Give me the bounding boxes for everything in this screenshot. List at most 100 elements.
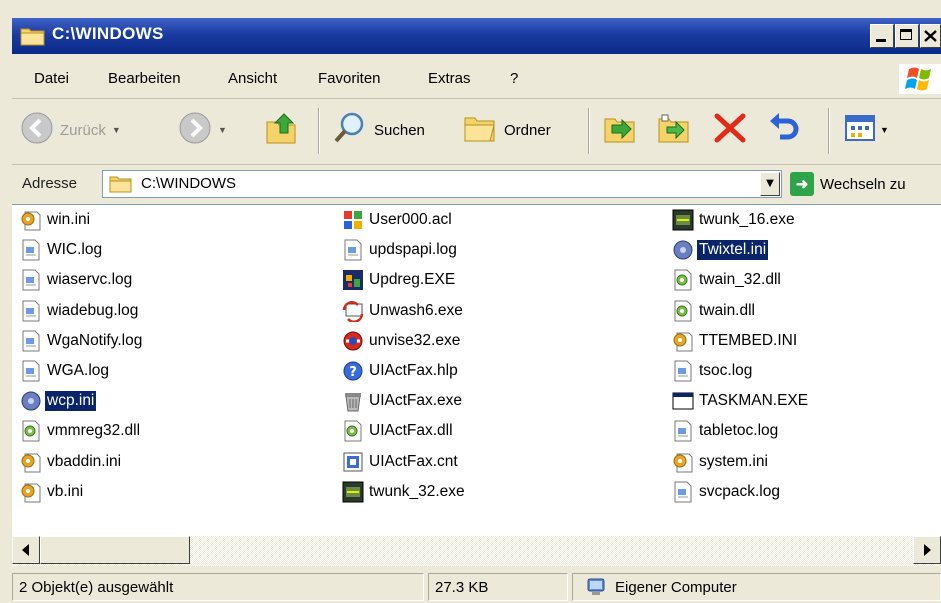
title-bar[interactable]: C:\WINDOWS bbox=[12, 18, 941, 54]
search-button[interactable]: Suchen bbox=[332, 110, 425, 150]
folders-button[interactable]: Ordner bbox=[462, 110, 551, 150]
help-contents-icon bbox=[342, 451, 364, 473]
dll-file-icon bbox=[20, 420, 42, 442]
file-name: Unwash6.exe bbox=[369, 301, 463, 319]
file-item[interactable]: TTEMBED.INI bbox=[672, 326, 799, 356]
scroll-right-button[interactable] bbox=[913, 536, 941, 564]
file-item[interactable]: Unwash6.exe bbox=[342, 296, 465, 326]
menu-help[interactable]: ? bbox=[510, 70, 518, 87]
menu-bearbeiten[interactable]: Bearbeiten bbox=[108, 70, 181, 87]
file-item[interactable]: UIActFax.dll bbox=[342, 416, 455, 446]
file-item[interactable]: unvise32.exe bbox=[342, 326, 462, 356]
close-icon bbox=[924, 30, 937, 42]
back-button[interactable]: Zurück ▼ bbox=[20, 110, 121, 150]
views-dropdown-icon[interactable]: ▼ bbox=[880, 125, 889, 135]
file-item[interactable]: wiaservc.log bbox=[20, 265, 134, 295]
file-item[interactable]: UIActFax.exe bbox=[342, 386, 464, 416]
config-file-icon bbox=[672, 330, 694, 352]
go-button[interactable]: ➜ Wechseln zu bbox=[790, 170, 906, 198]
forward-arrow-icon bbox=[178, 111, 212, 149]
window-title: C:\WINDOWS bbox=[52, 24, 164, 43]
minimize-button[interactable] bbox=[870, 24, 894, 48]
file-item[interactable]: WIC.log bbox=[20, 235, 104, 265]
unknown-config-icon bbox=[672, 239, 694, 261]
file-item[interactable]: svcpack.log bbox=[672, 477, 782, 507]
file-name: UIActFax.dll bbox=[369, 422, 453, 440]
acl-file-icon bbox=[342, 209, 364, 231]
file-list[interactable]: win.ini WIC.log wiaservc.log wiadebug.log Wg… bbox=[12, 204, 941, 537]
file-item[interactable]: system.ini bbox=[672, 447, 770, 477]
address-input[interactable]: C:\WINDOWS ▼ bbox=[102, 170, 782, 198]
file-name: svcpack.log bbox=[699, 482, 780, 500]
views-icon bbox=[844, 113, 878, 147]
menu-datei[interactable]: Datei bbox=[34, 70, 69, 87]
file-item[interactable]: twain_32.dll bbox=[672, 265, 783, 295]
file-item[interactable]: UIActFax.cnt bbox=[342, 447, 460, 477]
file-item[interactable]: User000.acl bbox=[342, 205, 454, 235]
back-dropdown-icon[interactable]: ▼ bbox=[112, 125, 121, 135]
scroll-thumb[interactable] bbox=[40, 536, 190, 564]
file-item[interactable]: vmmreg32.dll bbox=[20, 416, 142, 446]
update-exe-icon bbox=[342, 269, 364, 291]
up-folder-button[interactable] bbox=[264, 110, 300, 150]
status-size-text: 27.3 KB bbox=[435, 578, 489, 596]
menu-ansicht[interactable]: Ansicht bbox=[228, 70, 277, 87]
text-file-icon bbox=[342, 239, 364, 261]
menu-favoriten[interactable]: Favoriten bbox=[318, 70, 381, 87]
file-name: updspapi.log bbox=[369, 241, 457, 259]
status-selection: 2 Objekt(e) ausgewählt bbox=[12, 573, 424, 601]
file-item[interactable]: twain.dll bbox=[672, 296, 757, 326]
go-arrow-icon: ➜ bbox=[790, 172, 814, 196]
file-item[interactable]: wcp.ini bbox=[20, 386, 97, 416]
file-item[interactable]: wiadebug.log bbox=[20, 296, 140, 326]
file-item[interactable]: vb.ini bbox=[20, 477, 85, 507]
address-dropdown-button[interactable]: ▼ bbox=[760, 172, 780, 196]
forward-button[interactable]: ▼ bbox=[178, 110, 227, 150]
file-name: twain_32.dll bbox=[699, 271, 781, 289]
file-name: User000.acl bbox=[369, 211, 452, 228]
file-name: WGA.log bbox=[47, 362, 110, 379]
text-file-icon bbox=[20, 330, 42, 352]
horizontal-scrollbar[interactable] bbox=[12, 536, 941, 566]
close-button[interactable] bbox=[920, 24, 941, 48]
undo-icon bbox=[766, 111, 802, 149]
uninstall-exe-icon bbox=[342, 300, 364, 323]
move-to-button[interactable] bbox=[602, 110, 638, 150]
folders-icon bbox=[462, 112, 498, 148]
file-name: tsoc.log bbox=[699, 362, 753, 379]
file-item[interactable]: twunk_32.exe bbox=[342, 477, 467, 507]
file-item[interactable]: vbaddin.ini bbox=[20, 447, 123, 477]
file-item[interactable]: Twixtel.ini bbox=[672, 235, 769, 265]
file-item[interactable]: twunk_16.exe bbox=[672, 205, 797, 235]
forward-dropdown-icon[interactable]: ▼ bbox=[218, 125, 227, 135]
file-item[interactable]: updspapi.log bbox=[342, 235, 459, 265]
scroll-left-button[interactable] bbox=[12, 536, 40, 564]
toolbar: Zurück ▼ ▼ Suchen Ordner ▼ bbox=[12, 100, 941, 165]
undo-button[interactable] bbox=[766, 110, 802, 150]
maximize-button[interactable] bbox=[895, 24, 919, 48]
config-file-icon bbox=[20, 209, 42, 231]
menu-bar: Datei Bearbeiten Ansicht Favoriten Extra… bbox=[12, 58, 941, 99]
file-item[interactable]: ? UIActFax.hlp bbox=[342, 356, 460, 386]
menu-extras[interactable]: Extras bbox=[428, 70, 471, 87]
text-file-icon bbox=[672, 420, 694, 442]
file-item[interactable]: Updreg.EXE bbox=[342, 265, 457, 295]
file-item[interactable]: tabletoc.log bbox=[672, 416, 780, 446]
file-item[interactable]: WgaNotify.log bbox=[20, 326, 144, 356]
dll-file-icon bbox=[342, 420, 364, 442]
file-item[interactable]: WGA.log bbox=[20, 356, 111, 386]
delete-button[interactable] bbox=[712, 110, 748, 150]
copy-to-button[interactable] bbox=[656, 110, 692, 150]
views-button[interactable]: ▼ bbox=[844, 110, 889, 150]
text-file-icon bbox=[20, 269, 42, 291]
file-item[interactable]: tsoc.log bbox=[672, 356, 754, 386]
scanner-exe-icon bbox=[672, 209, 694, 231]
file-name: vmmreg32.dll bbox=[47, 422, 141, 440]
file-item[interactable]: win.ini bbox=[20, 205, 92, 235]
copy-to-icon bbox=[656, 111, 692, 149]
file-item[interactable]: TASKMAN.EXE bbox=[672, 386, 810, 416]
text-file-icon bbox=[20, 239, 42, 261]
file-name: UIActFax.exe bbox=[369, 392, 463, 410]
file-name: twunk_32.exe bbox=[369, 482, 465, 500]
file-name: twunk_16.exe bbox=[699, 211, 795, 228]
